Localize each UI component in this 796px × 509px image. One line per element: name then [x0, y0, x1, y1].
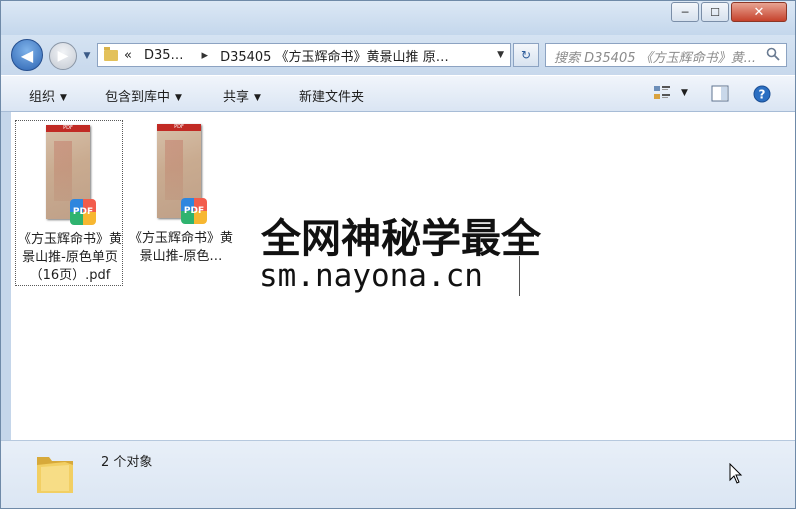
chevron-down-icon: ▼: [60, 93, 67, 103]
folder-icon: [37, 457, 73, 493]
recent-pages-dropdown[interactable]: ▼: [81, 49, 93, 63]
file-name: 《方玉辉命书》黄景山推-原色单页（16页）.pdf: [17, 232, 122, 283]
help-icon[interactable]: ?: [753, 85, 771, 103]
watermark-url: sm.nayona.cn: [259, 258, 483, 294]
navigation-bar: ◀ ▶ ▼ « D35… ▸ D35405 《方玉辉命书》黄景山推 原… ▼ ↻…: [1, 35, 795, 75]
search-icon[interactable]: [766, 47, 780, 61]
view-options-icon[interactable]: [653, 85, 671, 101]
breadcrumb-separator[interactable]: ▸: [202, 48, 209, 63]
pdf-icon: PDF: [181, 198, 207, 224]
file-item[interactable]: PDF PDF 《方玉辉命书》黄景山推-原色…: [127, 120, 235, 286]
file-list-pane[interactable]: PDF PDF 《方玉辉命书》黄景山推-原色单页（16页）.pdf PDF PD…: [11, 112, 795, 440]
pdf-icon: PDF: [70, 199, 96, 225]
breadcrumb-segment-parent[interactable]: D35…: [144, 48, 184, 63]
forward-arrow-icon: ▶: [57, 48, 69, 64]
minimize-button[interactable]: ─: [671, 2, 699, 22]
item-count: 2 个对象: [101, 455, 153, 470]
title-bar[interactable]: ─ ☐ ✕: [1, 1, 795, 35]
address-bar[interactable]: « D35… ▸ D35405 《方玉辉命书》黄景山推 原… ▼: [97, 43, 511, 67]
details-pane: 2 个对象: [1, 440, 795, 508]
organize-label: 组织: [29, 90, 56, 105]
folder-icon: [104, 46, 118, 61]
new-folder-button[interactable]: 新建文件夹: [299, 86, 364, 105]
view-options-dropdown[interactable]: ▼: [681, 88, 688, 98]
mouse-cursor-icon: [729, 463, 743, 484]
thumbnail-header: PDF: [46, 125, 90, 132]
include-library-label: 包含到库中: [105, 90, 171, 105]
share-menu[interactable]: 共享 ▼: [223, 86, 261, 105]
svg-text:?: ?: [759, 88, 766, 102]
include-in-library-menu[interactable]: 包含到库中 ▼: [105, 86, 182, 105]
watermark-overlay: 全网神秘学最全 sm.nayona.cn: [253, 206, 549, 304]
maximize-button[interactable]: ☐: [701, 2, 729, 22]
close-button[interactable]: ✕: [731, 2, 787, 22]
forward-button[interactable]: ▶: [49, 42, 77, 70]
search-placeholder: 搜索 D35405 《方玉辉命书》黄...: [554, 51, 757, 66]
address-overflow-chevron[interactable]: «: [124, 48, 132, 63]
breadcrumb-segment-current[interactable]: D35405 《方玉辉命书》黄景山推 原…: [220, 46, 449, 65]
back-button[interactable]: ◀: [11, 39, 43, 71]
share-label: 共享: [223, 90, 250, 105]
text-cursor: [519, 256, 520, 296]
command-bar: 组织 ▼ 包含到库中 ▼ 共享 ▼ 新建文件夹 ▼ ?: [1, 75, 795, 112]
organize-menu[interactable]: 组织 ▼: [29, 86, 67, 105]
chevron-down-icon: ▼: [175, 93, 182, 103]
thumbnail-header: PDF: [157, 124, 201, 131]
preview-pane-icon[interactable]: [711, 85, 729, 102]
search-input[interactable]: 搜索 D35405 《方玉辉命书》黄...: [545, 43, 787, 67]
back-arrow-icon: ◀: [20, 45, 34, 65]
file-item[interactable]: PDF PDF 《方玉辉命书》黄景山推-原色单页（16页）.pdf: [15, 120, 123, 286]
chevron-down-icon: ▼: [254, 93, 261, 103]
file-name: 《方玉辉命书》黄景山推-原色…: [128, 231, 233, 264]
watermark-title: 全网神秘学最全: [261, 216, 541, 262]
explorer-window: ─ ☐ ✕ ◀ ▶ ▼ « D35… ▸ D35405 《方玉辉命书》黄景山推 …: [0, 0, 796, 509]
address-history-dropdown[interactable]: ▼: [497, 50, 504, 60]
refresh-icon: ↻: [520, 48, 532, 62]
refresh-button[interactable]: ↻: [513, 43, 539, 67]
